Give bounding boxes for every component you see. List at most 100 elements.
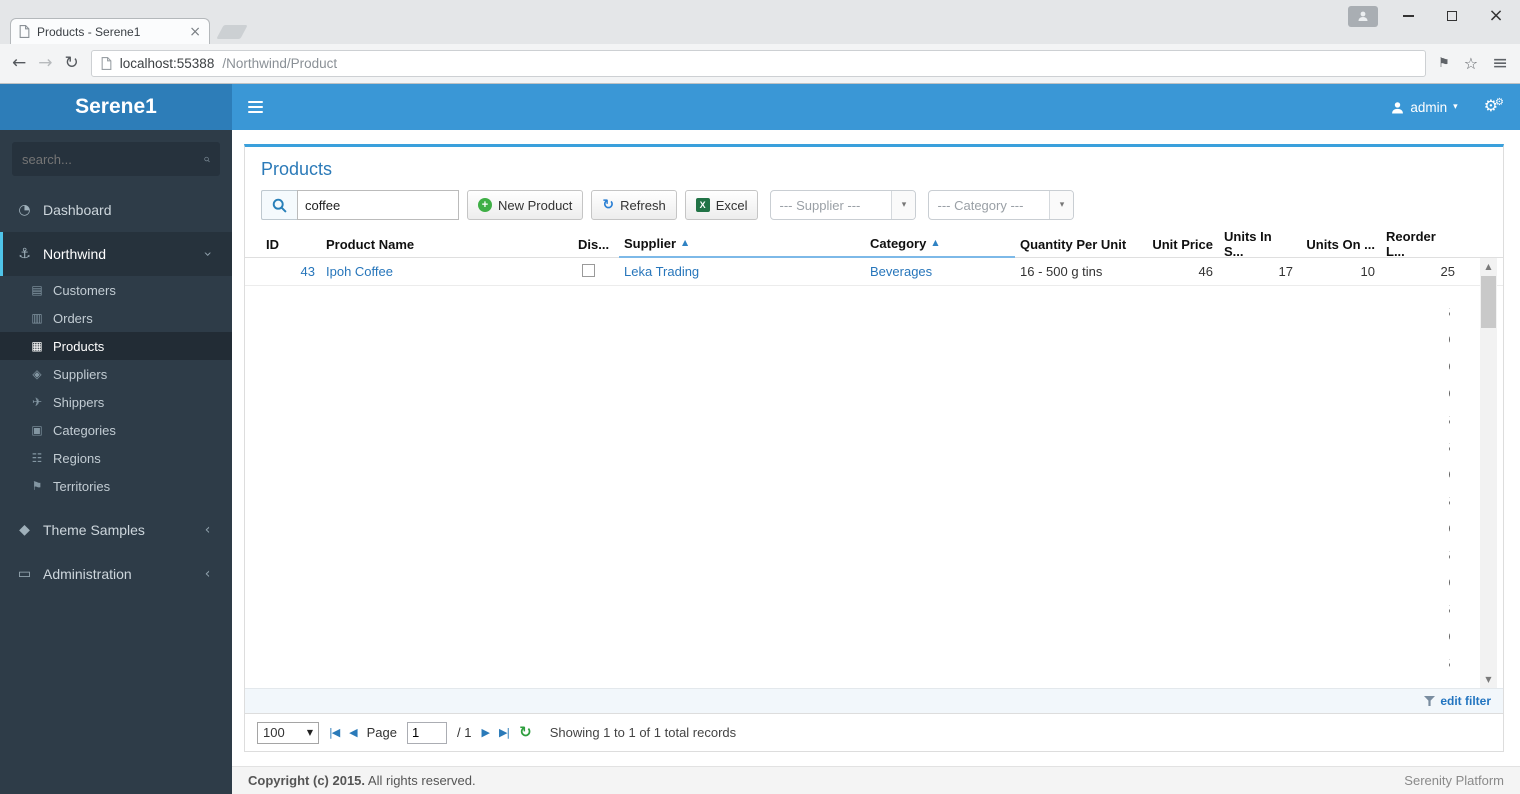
sidebar-item-territories[interactable]: ⚑ Territories [0,472,232,500]
category-link[interactable]: Beverages [870,264,932,279]
refresh-button[interactable]: ↻ Refresh [591,190,677,220]
col-header-units-on-order[interactable]: Units On ... [1299,230,1381,258]
new-tab-button[interactable] [216,25,248,39]
col-header-units-in-stock[interactable]: Units In S... [1219,229,1299,259]
back-icon[interactable]: ← [12,55,26,72]
col-header-discontinued[interactable]: Dis... [573,230,619,258]
last-page-button[interactable]: ▶| [499,727,510,738]
page-favicon-icon [19,25,30,38]
browser-tab[interactable]: Products - Serene1 × [10,18,210,44]
navbar-right: ⚑ ☆ ≡ [1438,54,1508,73]
page-size-select[interactable]: 100 ▼ [257,721,319,744]
scroll-down-icon[interactable]: ▼ [1480,671,1497,688]
sidebar-toggle-icon[interactable] [248,98,263,116]
search-input[interactable] [297,190,459,220]
sidebar-item-categories[interactable]: ▣ Categories [0,416,232,444]
first-page-button[interactable]: |◀ [329,727,340,738]
maximize-button[interactable] [1438,4,1466,28]
grid-scrollbar[interactable]: ▲ ▼ [1480,258,1497,688]
minimize-button[interactable] [1394,4,1422,28]
supplier-filter-value: --- Supplier --- [779,197,861,213]
sidebar-item-label: Regions [53,450,101,466]
search-button[interactable] [261,190,297,220]
sidebar-item-administration[interactable]: ▭ Administration ‹ [0,552,232,596]
brand-logo[interactable]: Serene1 [0,84,232,130]
edit-filter-link[interactable]: edit filter [1440,694,1491,708]
dashboard-icon: ◔ [18,202,31,218]
customers-icon: ▤ [31,283,43,297]
address-bar[interactable]: localhost:55388/Northwind/Product [90,50,1427,77]
user-name: admin [1410,99,1448,115]
tab-close-icon[interactable]: × [189,25,201,39]
excel-button[interactable]: X Excel [684,190,759,220]
sidebar-item-regions[interactable]: ☷ Regions [0,444,232,472]
supplier-link[interactable]: Leka Trading [624,264,699,279]
page-number-input[interactable] [407,721,448,744]
forward-icon[interactable]: → [38,55,52,72]
settings-gears-icon[interactable]: ⚙⚙ [1484,98,1504,116]
sidebar-item-label: Products [53,338,105,354]
sidebar-item-orders[interactable]: ▥ Orders [0,304,232,332]
col-label: Product Name [326,236,415,252]
territories-icon: ⚑ [31,479,43,493]
anchor-icon: ⚓ [18,246,31,262]
product-id-link[interactable]: 43 [301,264,315,279]
browser-profile-button[interactable] [1348,5,1378,27]
new-product-button[interactable]: + New Product [467,190,584,220]
sidebar-item-label: Suppliers [53,366,108,382]
product-name-link[interactable]: Ipoh Coffee [326,264,393,279]
col-header-category[interactable]: Category ▲ [865,230,1015,258]
chevron-collapsed-icon: ‹ [204,522,211,538]
col-header-product-name[interactable]: Product Name [321,230,573,258]
quantity-per-unit-cell: 16 - 500 g tins [1020,264,1103,279]
discontinued-checkbox[interactable] [582,263,595,277]
sidebar-item-label: Categories [53,422,116,438]
category-filter-select[interactable]: --- Category --- ▾ [928,190,1075,220]
tab-title: Products - Serene1 [37,24,141,39]
copyright-text: Copyright (c) 2015. [248,773,366,788]
scrollbar-thumb[interactable] [1481,276,1496,328]
grid-artifact-digits: 50005505050505 [1449,299,1457,677]
sidebar-search[interactable] [12,142,220,176]
col-header-reorder-level[interactable]: Reorder L... [1381,229,1461,259]
col-header-id[interactable]: ID [261,230,321,258]
sidebar-item-label: Shippers [53,394,105,410]
sidebar-item-products[interactable]: ▦ Products [0,332,232,360]
suppliers-icon: ◈ [32,367,42,381]
sidebar-item-dashboard[interactable]: ◔ Dashboard [0,188,232,232]
copyright-rest: All rights reserved. [365,773,476,788]
sidebar-item-theme-samples[interactable]: ◆ Theme Samples ‹ [0,508,232,552]
pager-status: Showing 1 to 1 of 1 total records [549,725,737,740]
chevron-down-icon: ▾ [1049,191,1074,219]
next-page-button[interactable]: ▶ [481,727,490,738]
user-menu[interactable]: admin ▾ [1391,99,1458,115]
col-header-quantity-per-unit[interactable]: Quantity Per Unit [1015,230,1143,258]
scroll-up-icon[interactable]: ▲ [1480,258,1497,275]
table-row[interactable]: 43 Ipoh Coffee Leka Trading Beverages 16… [245,258,1503,286]
chevron-expanded-icon: › [199,251,216,257]
page-icon [101,57,112,70]
prev-page-button[interactable]: ◀ [349,727,358,738]
bookmark-star-icon[interactable]: ☆ [1464,55,1478,72]
supplier-filter-select[interactable]: --- Supplier --- ▾ [770,190,917,220]
browser-menu-icon[interactable]: ≡ [1492,54,1508,73]
pager-refresh-icon[interactable]: ↻ [519,725,532,740]
extension-flag-icon[interactable]: ⚑ [1438,57,1450,70]
sidebar-search-input[interactable] [22,151,198,167]
col-header-supplier[interactable]: Supplier ▲ [619,230,865,258]
reload-icon[interactable]: ↻ [65,55,79,72]
sidebar-item-northwind[interactable]: ⚓ Northwind › [0,232,232,276]
url-host: localhost:55388 [119,56,215,71]
sidebar-item-suppliers[interactable]: ◈ Suppliers [0,360,232,388]
col-label: Unit Price [1152,236,1213,252]
sidebar-item-customers[interactable]: ▤ Customers [0,276,232,304]
sidebar-item-shippers[interactable]: ✈ Shippers [0,388,232,416]
col-header-unit-price[interactable]: Unit Price [1143,230,1219,258]
chevron-down-icon: ▼ [306,727,313,737]
close-button[interactable]: × [1482,4,1510,28]
chevron-down-icon: ▾ [891,191,916,219]
user-icon [1392,101,1404,113]
maximize-icon [1447,11,1457,21]
funnel-icon [1424,696,1436,706]
page-title: Products [261,159,333,179]
